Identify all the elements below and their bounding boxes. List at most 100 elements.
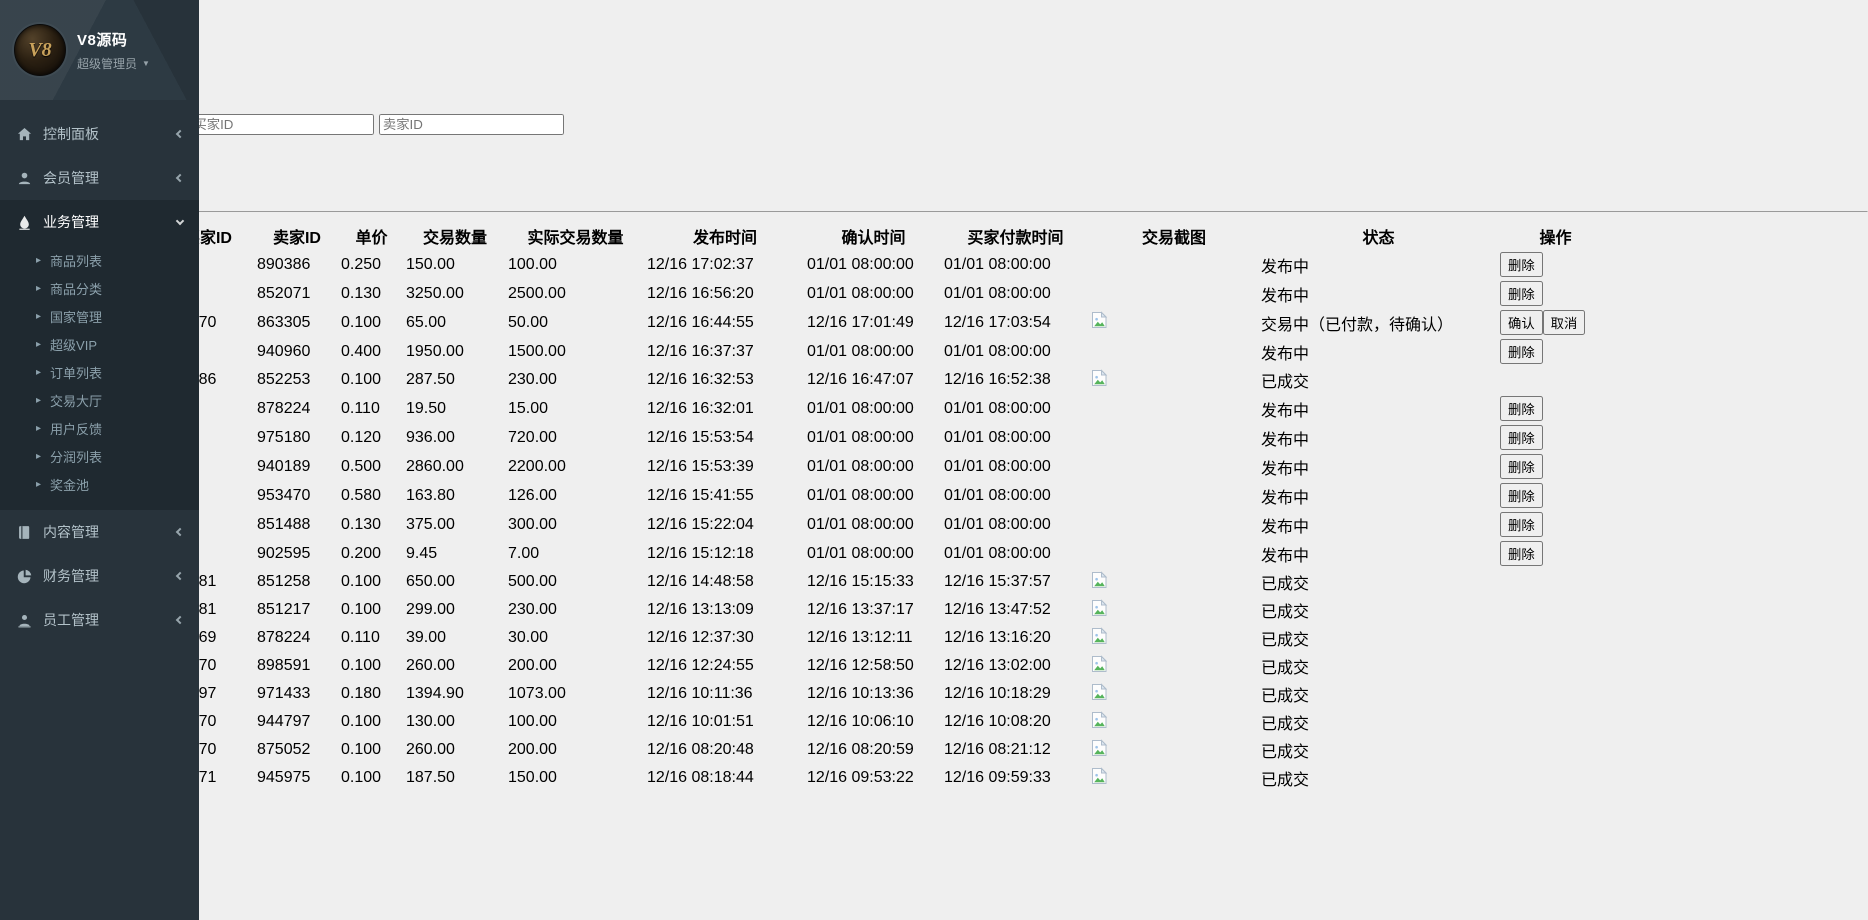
- chevron-down-icon: [0, 159, 1868, 166]
- finance-pie-icon: [17, 569, 43, 584]
- unit-price: 0.250: [341, 256, 381, 273]
- sidebar-item-label: 内容管理: [43, 522, 177, 542]
- publish-time: 12/16 16:32:53: [647, 371, 754, 388]
- confirm-time: 01/01 08:00:00: [807, 285, 914, 302]
- sidebar-subitem[interactable]: ▸超级VIP: [0, 330, 199, 358]
- sidebar-subitem[interactable]: ▸商品分类: [0, 274, 199, 302]
- trade-qty: 39.00: [406, 629, 446, 646]
- confirm-time: 12/16 15:15:33: [807, 573, 914, 590]
- delete-button[interactable]: 删除: [1500, 396, 1543, 421]
- broken-image-icon: [1091, 374, 1108, 391]
- status-text: 已成交: [1261, 688, 1309, 705]
- delete-button[interactable]: 删除: [1500, 281, 1543, 306]
- unit-price: 0.100: [341, 741, 381, 758]
- table-row: 141896 【卖单】08514880.130375.00300.0012/16…: [2, 511, 1612, 538]
- caret-right-icon: ▸: [36, 451, 41, 462]
- table-header-row: #买家ID卖家ID单价交易数量实际交易数量发布时间确认时间买家付款时间交易截图状…: [2, 223, 1612, 249]
- status-text: 已成交: [1261, 374, 1309, 391]
- pay-time: 01/01 08:00:00: [944, 343, 1051, 360]
- pay-time: 01/01 08:00:00: [944, 545, 1051, 562]
- seller-id: 975180: [257, 429, 310, 446]
- caret-right-icon: ▸: [36, 423, 41, 434]
- column-header: 发布时间: [646, 223, 804, 249]
- publish-time: 12/16 17:02:37: [647, 256, 754, 273]
- sidebar-menu: 控制面板会员管理业务管理 ▸ 商品列表 ▸商品分类▸国家管理▸超级VIP▸订单列表▸交…: [0, 112, 199, 642]
- trade-qty: 130.00: [406, 713, 455, 730]
- caret-right-icon: ▸: [36, 311, 41, 322]
- sidebar-item[interactable]: 财务管理: [0, 554, 199, 598]
- sidebar-item-label: 控制面板: [43, 124, 177, 144]
- seller-id: 971433: [257, 685, 310, 702]
- sidebar-subitem-label: 商品列表: [50, 251, 102, 270]
- delete-button[interactable]: 删除: [1500, 425, 1543, 450]
- sidebar-item[interactable]: 内容管理: [0, 510, 199, 554]
- delete-button[interactable]: 删除: [1500, 339, 1543, 364]
- actual-trade-qty: 200.00: [508, 657, 557, 674]
- confirm-time: 12/16 13:12:11: [807, 629, 913, 646]
- column-header: 交易截图: [1090, 223, 1258, 249]
- seller-id: 851488: [257, 516, 310, 533]
- actual-trade-qty: 200.00: [508, 741, 557, 758]
- pay-time: 12/16 13:16:20: [944, 629, 1051, 646]
- topbar: 清空缓存 注销: [0, 0, 1868, 76]
- caret-right-icon: ▸: [36, 395, 41, 406]
- unit-price: 0.100: [341, 573, 381, 590]
- actual-trade-qty: 50.00: [508, 314, 548, 331]
- delete-button[interactable]: 删除: [1500, 252, 1543, 277]
- status-select[interactable]: 请选择状态: [0, 135, 1868, 166]
- seller-id: 851217: [257, 601, 310, 618]
- cancel-button[interactable]: 取消: [1543, 310, 1586, 335]
- publish-time: 12/16 10:11:36: [647, 685, 753, 702]
- table-row: 141877 【卖单】8595698782240.11039.0030.0012…: [2, 625, 1612, 651]
- seller-id-input[interactable]: [379, 114, 564, 135]
- buyer-id-input[interactable]: [189, 114, 374, 135]
- sidebar-item[interactable]: 员工管理: [0, 598, 199, 642]
- sidebar-item[interactable]: 控制面板: [0, 112, 199, 156]
- app-name: V8源码: [77, 29, 150, 50]
- actual-trade-qty: 720.00: [508, 429, 557, 446]
- list-icon: [0, 76, 1868, 90]
- column-header: 确认时间: [806, 223, 941, 249]
- delete-button[interactable]: 删除: [1500, 541, 1543, 566]
- delete-button[interactable]: 删除: [1500, 454, 1543, 479]
- pay-time: 12/16 09:59:33: [944, 769, 1051, 786]
- logout-button[interactable]: 注销: [0, 38, 1868, 76]
- unit-price: 0.180: [341, 685, 381, 702]
- seller-id: 878224: [257, 629, 310, 646]
- sidebar-item[interactable]: 业务管理: [0, 200, 199, 244]
- table-row: 141876 【卖单】8748708985910.100260.00200.00…: [2, 653, 1612, 679]
- sidebar-subitem[interactable]: ▸订单列表: [0, 358, 199, 386]
- actual-trade-qty: 230.00: [508, 371, 557, 388]
- sidebar-subitem[interactable]: ▸用户反馈: [0, 414, 199, 442]
- caret-right-icon: ▸: [36, 255, 41, 266]
- content-card: 交易记录 请选择状态 筛选: [0, 76, 1868, 793]
- actual-trade-qty: 126.00: [508, 487, 557, 504]
- sidebar-subitem[interactable]: ▸分润列表: [0, 442, 199, 470]
- delete-button[interactable]: 删除: [1500, 483, 1543, 508]
- confirm-button[interactable]: 确认: [1500, 310, 1543, 335]
- pay-time: 12/16 10:18:29: [944, 685, 1051, 702]
- trade-qty: 260.00: [406, 741, 455, 758]
- publish-time: 12/16 12:24:55: [647, 657, 754, 674]
- unit-price: 0.580: [341, 487, 381, 504]
- confirm-time: 01/01 08:00:00: [807, 429, 914, 446]
- status-text: 发布中: [1261, 490, 1309, 507]
- trade-qty: 9.45: [406, 545, 437, 562]
- seller-id: 890386: [257, 256, 310, 273]
- clear-cache-button[interactable]: 清空缓存: [0, 0, 1868, 38]
- delete-button[interactable]: 删除: [1500, 512, 1543, 537]
- status-text: 已成交: [1261, 716, 1309, 733]
- trade-qty: 936.00: [406, 429, 455, 446]
- table-row: 141902 【卖单】8903868522530.100287.50230.00…: [2, 367, 1612, 393]
- actual-trade-qty: 1500.00: [508, 343, 566, 360]
- sidebar-subitem[interactable]: ▸ 商品列表: [0, 246, 199, 274]
- sidebar-subitem[interactable]: ▸奖金池: [0, 470, 199, 498]
- sidebar-subitem[interactable]: ▸交易大厅: [0, 386, 199, 414]
- admin-role-dropdown[interactable]: 超级管理员 ▼: [77, 55, 150, 72]
- table-row: 141899 【卖单】09401890.5002860.002200.0012/…: [2, 453, 1612, 480]
- sidebar-item[interactable]: 会员管理: [0, 156, 199, 200]
- confirm-time: 12/16 17:01:49: [807, 314, 914, 331]
- sidebar-item-label: 业务管理: [43, 212, 177, 232]
- dashed-separator: [0, 211, 1868, 213]
- sidebar-subitem[interactable]: ▸国家管理: [0, 302, 199, 330]
